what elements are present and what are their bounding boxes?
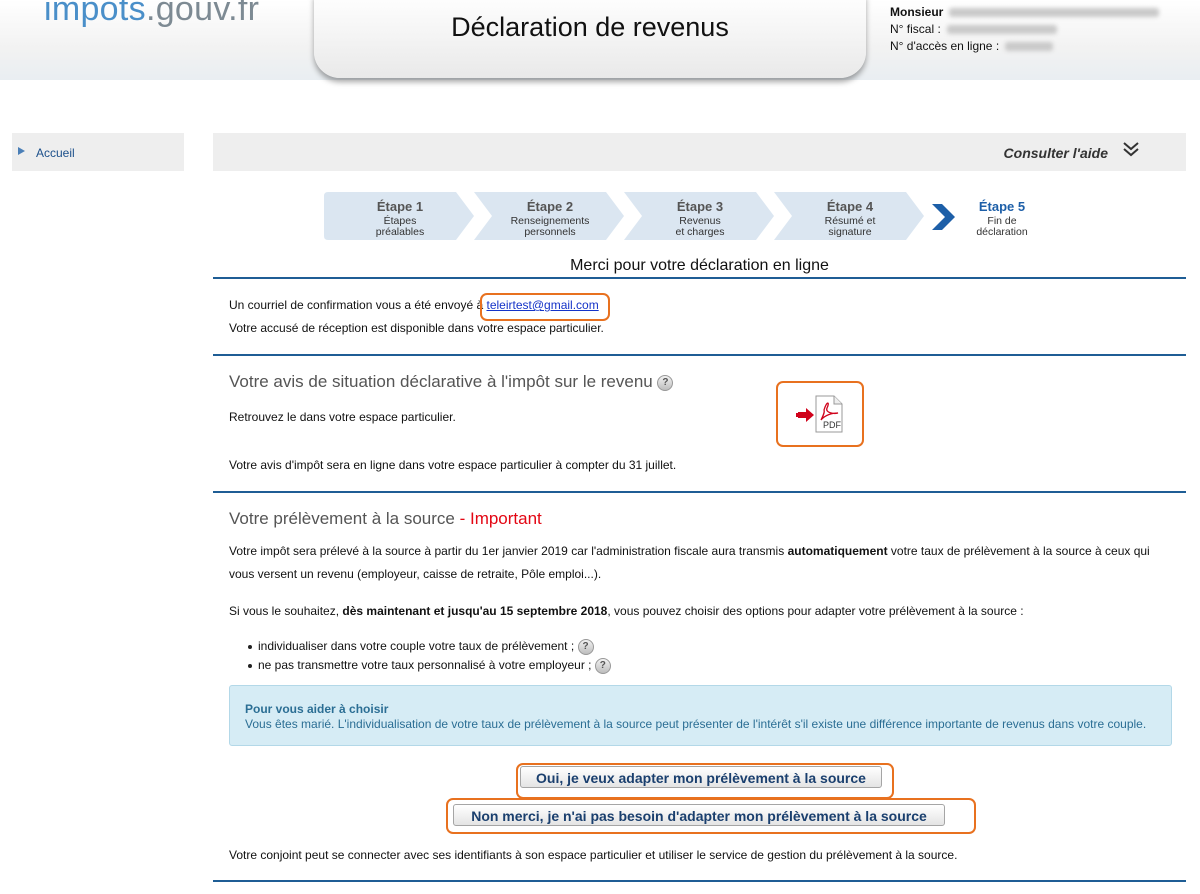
user-info: Monsieur N° fiscal : N° d'accès en ligne… bbox=[890, 4, 1160, 55]
redacted-access-number bbox=[1005, 42, 1054, 52]
step-subtitle: Résumé et signature bbox=[824, 215, 876, 238]
pas-paragraph-1: Votre impôt sera prélevé à la source à p… bbox=[229, 544, 1150, 558]
step-4: Étape 4 Résumé et signature bbox=[774, 192, 924, 240]
option-text: individualiser dans votre couple votre t… bbox=[258, 639, 575, 654]
important-label: - Important bbox=[454, 509, 542, 528]
help-icon[interactable]: ? bbox=[657, 374, 674, 391]
receipt-text: Votre accusé de réception est disponible… bbox=[229, 321, 604, 335]
decline-adapt-button[interactable]: Non merci, je n'ai pas besoin d'adapter … bbox=[453, 804, 945, 826]
step-5-current: Étape 5 Fin de déclaration bbox=[928, 192, 1058, 240]
option-bullet-1: individualiser dans votre couple votre t… bbox=[248, 639, 594, 655]
divider bbox=[213, 277, 1186, 279]
fiscal-number-label: N° fiscal : bbox=[890, 22, 941, 36]
redacted-name bbox=[949, 8, 1160, 18]
page-title-tab: Déclaration de revenus bbox=[314, 0, 866, 78]
divider bbox=[213, 354, 1186, 356]
help-icon[interactable]: ? bbox=[577, 639, 594, 655]
step-subtitle: Renseignements personnels bbox=[510, 215, 590, 238]
divider bbox=[213, 491, 1186, 493]
spouse-text: Votre conjoint peut se connecter avec se… bbox=[229, 848, 958, 862]
logo-main: impots bbox=[44, 0, 146, 28]
pas-paragraph-2: Si vous le souhaitez, dès maintenant et … bbox=[229, 604, 1024, 618]
step-title: Étape 2 bbox=[526, 199, 574, 214]
double-chevron-down-icon[interactable] bbox=[1120, 139, 1142, 161]
step-title: Étape 4 bbox=[826, 199, 874, 214]
header: impots.gouv.fr Déclaration de revenus Mo… bbox=[0, 0, 1200, 80]
divider bbox=[213, 880, 1186, 882]
help-icon[interactable]: ? bbox=[594, 658, 611, 674]
redacted-fiscal-number bbox=[946, 25, 1057, 35]
pas-section-title: Votre prélèvement à la source - Importan… bbox=[229, 509, 542, 529]
sidebar-item-accueil[interactable]: Accueil bbox=[12, 133, 184, 171]
triangle-right-icon bbox=[18, 147, 25, 155]
adapt-withholding-button[interactable]: Oui, je veux adapter mon prélèvement à l… bbox=[520, 766, 882, 788]
step-title: Étape 5 bbox=[978, 199, 1026, 214]
help-bar[interactable]: Consulter l'aide bbox=[213, 133, 1186, 171]
email-highlight bbox=[480, 293, 610, 321]
avis-section-title: Votre avis de situation déclarative à l'… bbox=[229, 372, 674, 392]
step-2: Étape 2 Renseignements personnels bbox=[474, 192, 624, 240]
step-subtitle: Étapes préalables bbox=[375, 215, 425, 238]
step-1: Étape 1 Étapes préalables bbox=[324, 192, 474, 240]
pas-paragraph-1-cont: vous versent un revenu (employeur, caiss… bbox=[229, 567, 602, 581]
thanks-heading: Merci pour votre déclaration en ligne bbox=[570, 257, 829, 274]
help-info-box: Pour vous aider à choisir Vous êtes mari… bbox=[229, 685, 1172, 746]
step-title: Étape 1 bbox=[376, 199, 424, 214]
pdf-download-button[interactable]: PDF bbox=[776, 381, 864, 447]
step-3: Étape 3 Revenus et charges bbox=[624, 192, 774, 240]
page-title: Déclaration de revenus bbox=[451, 12, 729, 42]
current-step-chevron-icon bbox=[932, 204, 955, 230]
pas-title-text: Votre prélèvement à la source bbox=[229, 509, 455, 528]
option-bullet-2: ne pas transmettre votre taux personnali… bbox=[248, 658, 611, 674]
step-title: Étape 3 bbox=[676, 199, 724, 214]
step-subtitle: Fin de déclaration bbox=[976, 215, 1028, 238]
confirmation-text: Un courriel de confirmation vous a été e… bbox=[229, 298, 484, 312]
sidebar-item-label: Accueil bbox=[36, 146, 75, 160]
info-title: Pour vous aider à choisir bbox=[245, 702, 389, 716]
avis-title-text: Votre avis de situation déclarative à l'… bbox=[229, 372, 653, 391]
pdf-label: PDF bbox=[823, 420, 841, 430]
access-number-label: N° d'accès en ligne : bbox=[890, 39, 1000, 53]
avis-online-text: Votre avis d'impôt sera en ligne dans vo… bbox=[229, 458, 677, 472]
step-subtitle: Revenus et charges bbox=[675, 215, 725, 238]
help-link[interactable]: Consulter l'aide bbox=[1004, 145, 1108, 161]
user-civility: Monsieur bbox=[890, 5, 944, 19]
info-body: Vous êtes marié. L'individualisation de … bbox=[245, 717, 1147, 731]
site-logo[interactable]: impots.gouv.fr bbox=[44, 0, 259, 29]
option-text: ne pas transmettre votre taux personnali… bbox=[258, 658, 592, 673]
logo-tail: .gouv.fr bbox=[145, 0, 260, 28]
avis-find-text: Retrouvez le dans votre espace particuli… bbox=[229, 410, 456, 424]
